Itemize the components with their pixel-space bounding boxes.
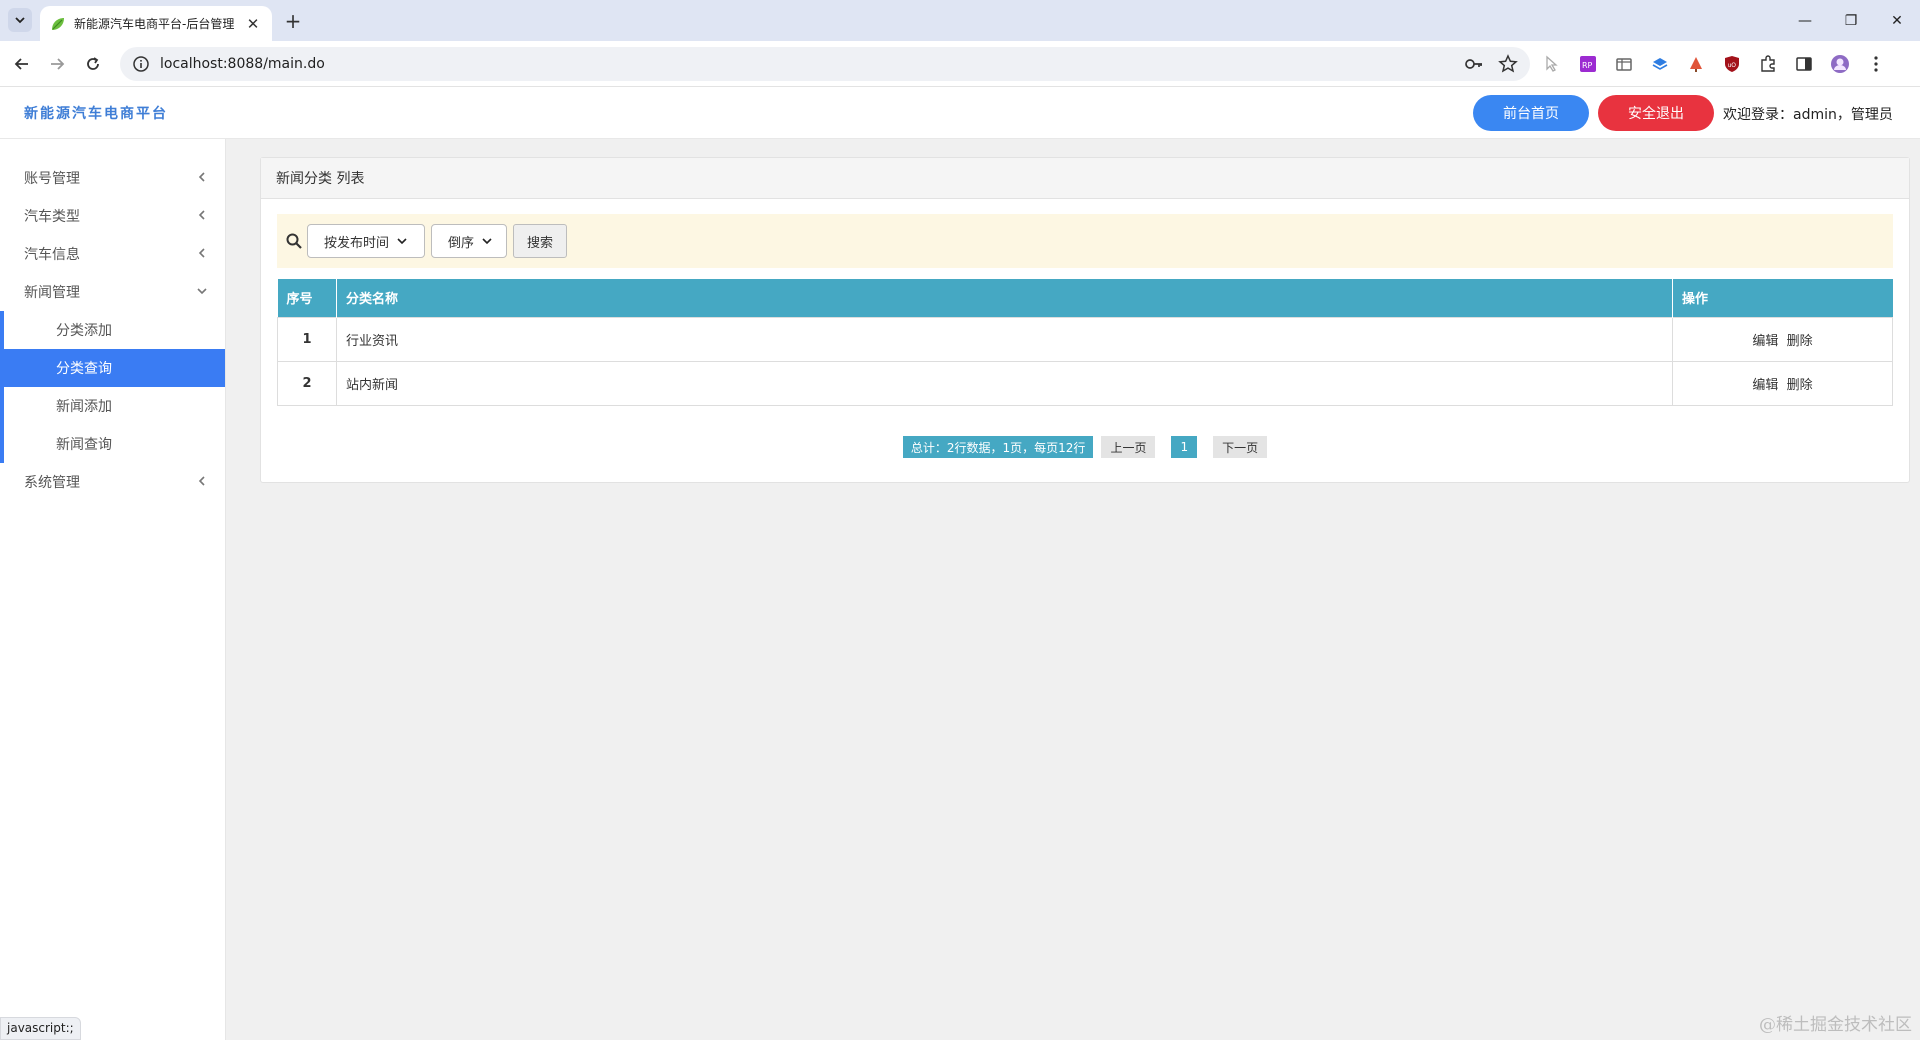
browser-tabstrip: 新能源汽车电商平台-后台管理 ✕ + — ❐ ✕ xyxy=(0,0,1920,41)
pagination-summary: 总计：2行数据，1页，每页12行 xyxy=(902,436,1094,458)
sidebar-group-car-types[interactable]: 汽车类型 xyxy=(0,197,225,235)
column-header-actions: 操作 xyxy=(1672,279,1893,317)
edit-link[interactable]: 编辑 xyxy=(1752,334,1778,349)
status-bar-url: javascript:; xyxy=(0,1017,81,1040)
row-category-name: 站内新闻 xyxy=(336,360,1673,406)
next-page-button[interactable]: 下一页 xyxy=(1213,436,1268,458)
close-window-button[interactable]: ✕ xyxy=(1874,0,1920,41)
chevron-down-icon xyxy=(197,288,207,295)
sidebar-group-car-info[interactable]: 汽车信息 xyxy=(0,235,225,273)
search-button[interactable]: 搜索 xyxy=(513,224,567,258)
menu-kebab-icon[interactable] xyxy=(1864,52,1888,76)
frontend-home-button[interactable]: 前台首页 xyxy=(1473,95,1589,131)
welcome-text: 欢迎登录：admin，管理员 xyxy=(1723,107,1893,123)
panel-title: 新闻分类 列表 xyxy=(261,158,1909,199)
sidebar-item-category-add[interactable]: 分类添加 xyxy=(0,311,225,349)
chevron-down-icon xyxy=(482,238,492,245)
row-actions: 编辑 删除 xyxy=(1672,360,1893,406)
sidepanel-icon[interactable] xyxy=(1792,52,1816,76)
tab-title: 新能源汽车电商平台-后台管理 xyxy=(74,17,235,31)
star-icon[interactable] xyxy=(1498,54,1518,74)
leaf-favicon-icon xyxy=(52,17,64,30)
tab-close-icon[interactable]: ✕ xyxy=(244,15,262,33)
column-header-name: 分类名称 xyxy=(336,279,1673,317)
delete-link[interactable]: 删除 xyxy=(1787,334,1813,349)
chevron-left-icon xyxy=(198,210,205,220)
address-bar[interactable]: localhost:8088/main.do xyxy=(120,47,1530,81)
svg-text:uO: uO xyxy=(1728,62,1737,69)
watermark-text: @稀土掘金技术社区 xyxy=(1759,1015,1912,1035)
row-index: 2 xyxy=(277,360,337,406)
browser-tab-active[interactable]: 新能源汽车电商平台-后台管理 ✕ xyxy=(40,6,272,41)
key-icon[interactable] xyxy=(1464,54,1484,74)
search-bar: 按发布时间 倒序 搜索 xyxy=(277,214,1893,268)
rp-extension-icon[interactable]: RP xyxy=(1576,52,1600,76)
sidebar: 账号管理 汽车类型 汽车信息 新闻管理 分类添加 分类查询 新闻添加 新闻查询 … xyxy=(0,139,226,1040)
layers-extension-icon[interactable] xyxy=(1648,52,1672,76)
sidebar-group-label: 汽车信息 xyxy=(24,247,80,263)
shield-extension-icon[interactable]: uO xyxy=(1720,52,1744,76)
puzzle-extensions-icon[interactable] xyxy=(1756,52,1780,76)
column-header-index: 序号 xyxy=(277,279,337,317)
window-controls: — ❐ ✕ xyxy=(1782,0,1920,41)
sidebar-group-system[interactable]: 系统管理 xyxy=(0,463,225,501)
chevron-down-icon xyxy=(397,238,407,245)
sidebar-item-category-query[interactable]: 分类查询 xyxy=(0,349,225,387)
back-button[interactable] xyxy=(8,50,36,78)
table-row: 1 行业资讯 编辑 删除 xyxy=(277,316,1893,362)
sidebar-item-news-query[interactable]: 新闻查询 xyxy=(0,425,225,463)
table-row: 2 站内新闻 编辑 删除 xyxy=(277,360,1893,406)
svg-text:RP: RP xyxy=(1582,61,1593,70)
restore-button[interactable]: ❐ xyxy=(1828,0,1874,41)
chevron-down-icon xyxy=(15,17,25,24)
reload-icon xyxy=(87,57,99,70)
pagination: 总计：2行数据，1页，每页12行 上一页 1 下一页 xyxy=(261,436,1909,458)
store-extension-icon[interactable] xyxy=(1612,52,1636,76)
url-text[interactable]: localhost:8088/main.do xyxy=(160,56,325,72)
sidebar-group-label: 汽车类型 xyxy=(24,209,80,225)
row-index: 1 xyxy=(277,316,337,362)
brand-title[interactable]: 新能源汽车电商平台 xyxy=(24,103,168,123)
extensions-row: RP uO xyxy=(1540,52,1888,76)
search-icon xyxy=(286,233,302,249)
app-header: 新能源汽车电商平台 前台首页 安全退出 欢迎登录：admin，管理员 xyxy=(0,87,1920,139)
row-actions: 编辑 删除 xyxy=(1672,316,1893,362)
edit-link[interactable]: 编辑 xyxy=(1752,378,1778,393)
table-header-row: 序号 分类名称 操作 xyxy=(277,279,1893,317)
site-info-icon[interactable] xyxy=(132,55,150,73)
sidebar-group-news[interactable]: 新闻管理 xyxy=(0,273,225,311)
new-tab-button[interactable]: + xyxy=(280,8,306,34)
logout-button[interactable]: 安全退出 xyxy=(1598,95,1714,131)
arrow-left-icon xyxy=(14,58,28,70)
cursor-extension-icon[interactable] xyxy=(1540,52,1564,76)
forward-button[interactable] xyxy=(43,50,71,78)
sidebar-group-accounts[interactable]: 账号管理 xyxy=(0,159,225,197)
prev-page-button[interactable]: 上一页 xyxy=(1101,436,1156,458)
sidebar-group-label: 账号管理 xyxy=(24,171,80,187)
row-category-name: 行业资讯 xyxy=(336,316,1673,362)
sort-field-value: 按发布时间 xyxy=(324,235,390,251)
delete-link[interactable]: 删除 xyxy=(1787,378,1813,393)
chevron-left-icon xyxy=(198,476,205,486)
current-page-button[interactable]: 1 xyxy=(1171,436,1198,458)
sidebar-item-news-add[interactable]: 新闻添加 xyxy=(0,387,225,425)
tree-extension-icon[interactable] xyxy=(1684,52,1708,76)
minimize-button[interactable]: — xyxy=(1782,0,1828,41)
sort-order-select[interactable]: 倒序 xyxy=(431,224,507,258)
sort-order-value: 倒序 xyxy=(448,235,475,251)
category-table: 序号 分类名称 操作 1 行业资讯 编辑 删除 2 站内新闻 编辑 删除 xyxy=(277,279,1893,406)
sidebar-group-label: 新闻管理 xyxy=(24,285,80,301)
reload-button[interactable] xyxy=(79,50,107,78)
sidebar-group-label: 系统管理 xyxy=(24,475,80,491)
sort-field-select[interactable]: 按发布时间 xyxy=(307,224,425,258)
category-list-panel: 新闻分类 列表 按发布时间 倒序 搜索 序号 分类名称 操作 1 行业资讯 编辑… xyxy=(260,157,1910,483)
chevron-left-icon xyxy=(198,248,205,258)
arrow-right-icon xyxy=(51,58,65,70)
chevron-left-icon xyxy=(198,172,205,182)
profile-avatar-icon[interactable] xyxy=(1828,52,1852,76)
browser-toolbar: localhost:8088/main.do RP uO xyxy=(0,41,1920,87)
tab-search-button[interactable] xyxy=(8,8,32,32)
